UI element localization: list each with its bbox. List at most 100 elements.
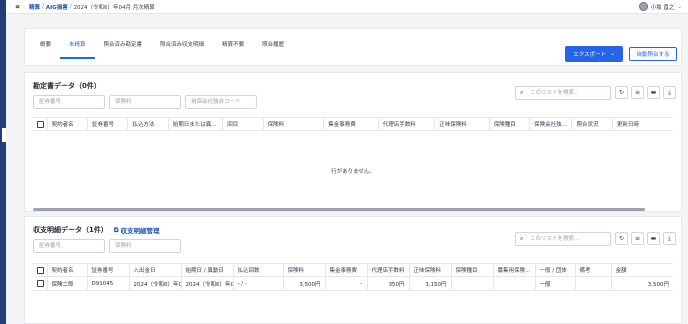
tab-no-settlement[interactable]: 精算不要 (213, 39, 253, 59)
tab-matched-ledger[interactable]: 照合済み収支明細 (151, 39, 213, 59)
column-header[interactable]: 保険会社独… (529, 117, 572, 131)
section-title: 収支明細データ（1件） ⧉ 収支明細管理 (33, 225, 160, 236)
export-label: エクスポート (573, 52, 607, 58)
tabs-panel: 概要 未精算 照合済み勘定書 照合済み収支明細 精算不要 照合履歴 エクスポート… (24, 28, 682, 66)
tab-match-history[interactable]: 照合履歴 (253, 39, 293, 59)
column-header[interactable]: 正味保険料 (408, 263, 451, 277)
column-header[interactable]: 代理店手数料 (377, 117, 435, 131)
table-cell: 3,500円 (610, 276, 673, 291)
top-bar: « 精算 / AIG損害 / 2024（令和6）年04月 月次精算 小坂 直之 … (6, 0, 688, 14)
column-header[interactable]: 金額 (610, 263, 673, 277)
search-placeholder: このリストを検索... (530, 90, 580, 96)
column-header[interactable]: 始期日 / 異動日 (180, 263, 233, 277)
section-title: 勘定書データ（0件） (33, 81, 101, 91)
table-cell: 3,500円 (282, 276, 325, 291)
statement-table: 契約者名 証券番号 払込方法 始期日または異… 回目 保険料 集金事務費 代理店… (33, 117, 673, 131)
statement-section: 勘定書データ（0件） 証券番号 保険料 損保会社独自コード ⌕ このリストを検索… (24, 72, 682, 212)
breadcrumb-root[interactable]: 精算 (29, 3, 40, 11)
tab-matched-statements[interactable]: 照合済み勘定書 (95, 39, 152, 59)
policy-no-filter[interactable]: 証券番号 (33, 239, 105, 253)
empty-message: 行がありません。 (331, 169, 375, 175)
avatar (638, 2, 648, 11)
main-content: 概要 未精算 照合済み勘定書 照合済み収支明細 精算不要 照合履歴 エクスポート… (6, 14, 688, 324)
ledger-manage-label: 収支明細管理 (120, 227, 160, 235)
select-all-checkbox[interactable] (33, 263, 47, 277)
column-header[interactable]: 回目 (222, 117, 264, 131)
column-header[interactable]: 入出金日 (128, 263, 181, 277)
column-header[interactable]: 証券番号 (86, 263, 129, 277)
table-cell: - (324, 276, 367, 291)
column-header[interactable]: 証券番号 (86, 117, 128, 131)
chevron-down-icon: ⌄ (610, 51, 615, 57)
search-placeholder: このリストを検索... (530, 236, 580, 242)
auto-match-button[interactable]: 自動照合する (629, 47, 677, 61)
refresh-icon[interactable]: ↻ (615, 232, 628, 245)
breadcrumb-current: 2024（令和6）年04月 月次精算 (73, 4, 155, 11)
user-name: 小坂 直之 (650, 4, 675, 11)
tab-overview[interactable]: 概要 (31, 39, 60, 59)
filter-icon[interactable]: ≡ (631, 86, 644, 99)
search-input[interactable]: ⌕ このリストを検索... (515, 86, 611, 100)
table-cell: 350円 (366, 276, 409, 291)
download-icon[interactable]: ⤓ (663, 232, 676, 245)
export-button[interactable]: エクスポート ⌄ (565, 46, 623, 62)
column-header[interactable]: 正味保険料 (434, 117, 490, 131)
column-header[interactable]: 保険種目 (488, 117, 530, 131)
double-chevron-left-icon[interactable]: « (15, 0, 25, 14)
column-header[interactable]: 集金事務費 (323, 117, 379, 131)
table-row[interactable]: 保険二郎 D91045 2024（令和6）年0 2024（令和6）年0 - / … (33, 276, 673, 291)
tab-unsettled[interactable]: 未精算 (60, 39, 95, 59)
ledger-table: 契約者名 証券番号 入出金日 始期日 / 異動日 払込回数 保険料 集金事務費 … (33, 263, 673, 291)
table-cell: - / - (232, 276, 283, 291)
column-header[interactable]: 払込方法 (127, 117, 169, 131)
row-checkbox[interactable] (33, 276, 47, 291)
horizontal-scrollbar[interactable] (33, 208, 645, 211)
table-cell: 一般 (534, 276, 575, 291)
premium-filter[interactable]: 保険料 (109, 95, 181, 109)
table-cell (450, 276, 493, 291)
search-icon: ⌕ (520, 235, 524, 242)
ledger-section: 収支明細データ（1件） ⧉ 収支明細管理 証券番号 保険料 ⌕ このリストを検索… (24, 216, 682, 324)
column-header[interactable]: 一般 / 団体 (534, 263, 575, 277)
statement-title: 勘定書データ（0件） (33, 82, 101, 90)
tab-bar: 概要 未精算 照合済み勘定書 照合済み収支明細 精算不要 照合履歴 (31, 39, 293, 59)
download-icon[interactable]: ⤓ (663, 86, 676, 99)
column-header[interactable]: 集金事務費 (324, 263, 367, 277)
column-header[interactable]: 保険料 (262, 117, 324, 131)
breadcrumb-separator: / (42, 3, 44, 10)
table-cell: 2024（令和6）年0 (180, 276, 233, 291)
column-header[interactable]: 備考 (574, 263, 611, 277)
ledger-manage-link[interactable]: ⧉ 収支明細管理 (113, 225, 160, 236)
user-menu[interactable]: 小坂 直之 ⌄ (638, 2, 682, 11)
table-cell: D91045 (86, 276, 129, 291)
table-cell: 3,150円 (408, 276, 451, 291)
column-header[interactable]: 募集用保険… (492, 263, 535, 277)
column-header[interactable]: 契約者名 (46, 263, 87, 277)
column-header[interactable]: 始期日または異… (167, 117, 223, 131)
chevron-down-icon: ⌄ (677, 3, 682, 10)
filter-icon[interactable]: ≡ (631, 232, 644, 245)
table-cell: 2024（令和6）年0 (128, 276, 181, 291)
breadcrumb: 精算 / AIG損害 / 2024（令和6）年04月 月次精算 (29, 3, 155, 11)
column-header[interactable]: 代理店手数料 (366, 263, 409, 277)
columns-icon[interactable]: ▬ (647, 86, 660, 99)
search-icon: ⌕ (520, 89, 524, 96)
table-cell (574, 276, 611, 291)
column-header[interactable]: 払込回数 (232, 263, 283, 277)
policy-no-filter[interactable]: 証券番号 (33, 95, 105, 109)
columns-icon[interactable]: ▬ (647, 232, 660, 245)
select-all-checkbox[interactable] (33, 117, 48, 131)
premium-filter[interactable]: 保険料 (109, 239, 181, 253)
column-header[interactable]: 保険種目 (450, 263, 493, 277)
agency-code-filter[interactable]: 損保会社独自コード (185, 95, 257, 109)
table-cell (492, 276, 535, 291)
search-input[interactable]: ⌕ このリストを検索... (515, 232, 611, 246)
breadcrumb-section[interactable]: AIG損害 (46, 3, 68, 11)
column-header[interactable]: 更新日時 (611, 117, 673, 131)
external-link-icon: ⧉ (113, 225, 119, 234)
column-header[interactable]: 照合状況 (571, 117, 613, 131)
column-header[interactable]: 保険料 (282, 263, 325, 277)
breadcrumb-separator: / (69, 3, 72, 10)
refresh-icon[interactable]: ↻ (615, 86, 628, 99)
column-header[interactable]: 契約者名 (46, 117, 88, 131)
